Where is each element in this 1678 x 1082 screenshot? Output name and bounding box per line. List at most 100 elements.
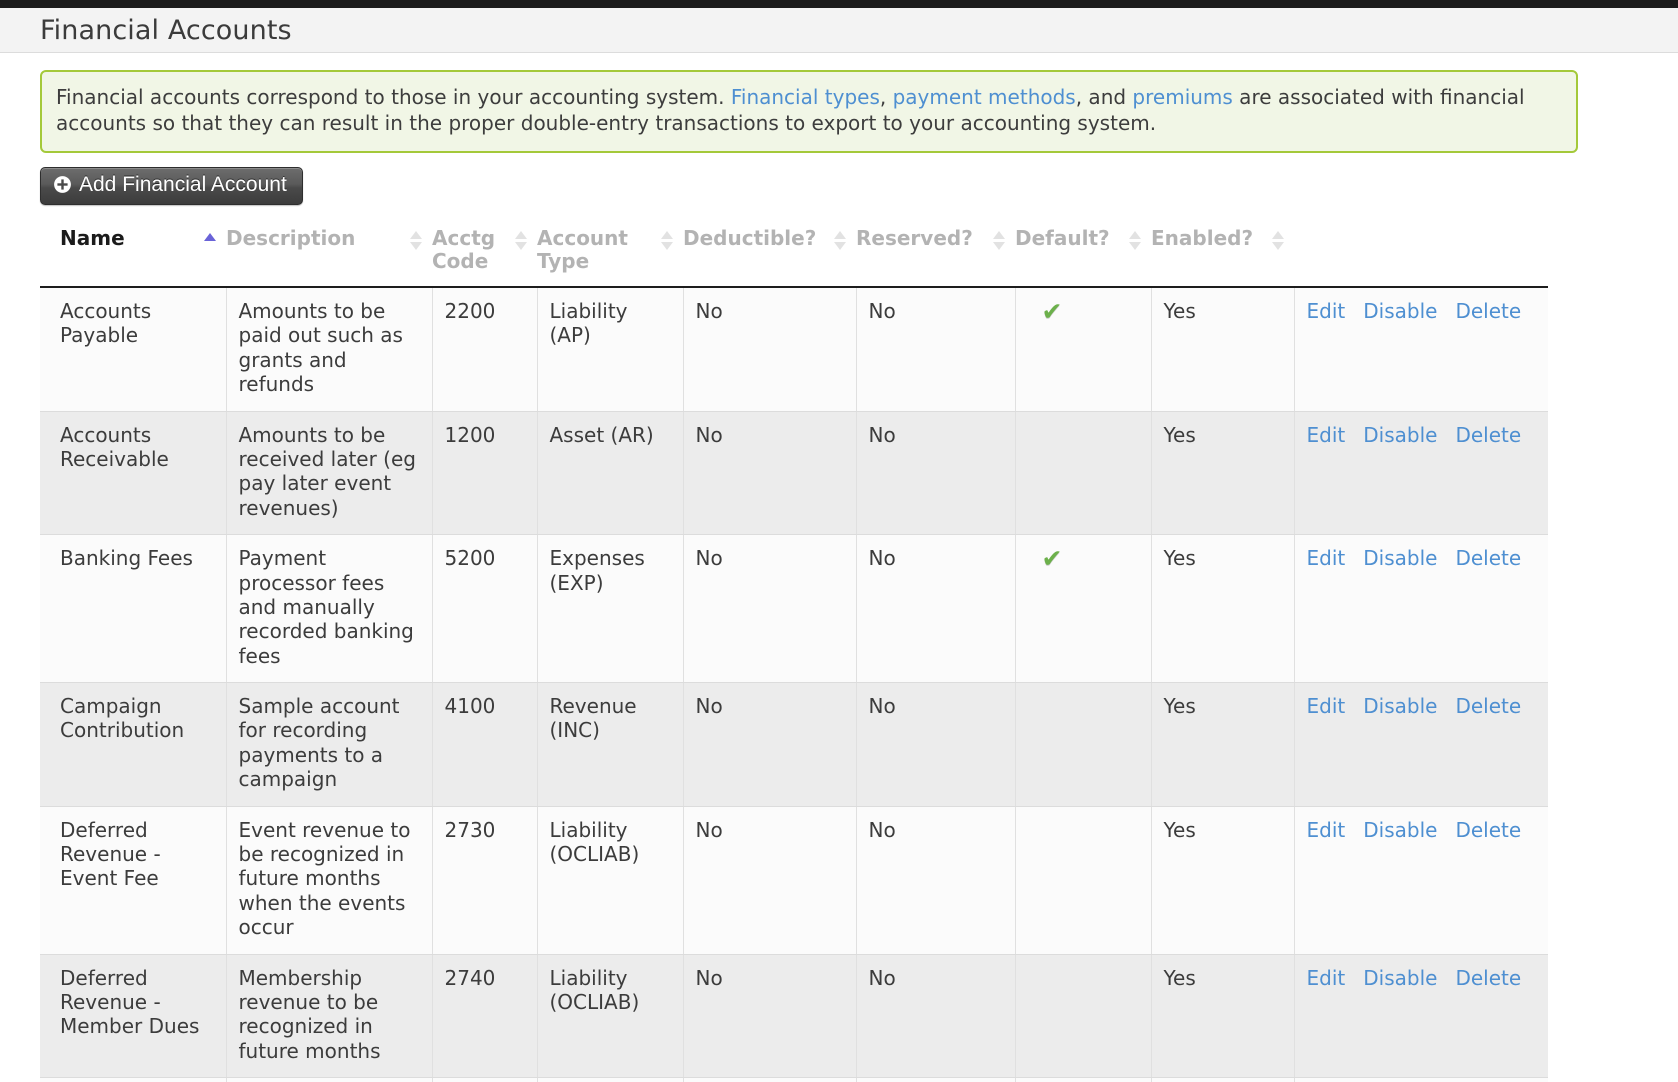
add-financial-account-label: Add Financial Account [79, 174, 287, 196]
cell-enabled: Yes [1151, 411, 1294, 535]
page-header: Financial Accounts [0, 8, 1678, 53]
sort-toggle-icon[interactable] [410, 231, 422, 250]
disable-link[interactable]: Disable [1363, 966, 1437, 990]
delete-link[interactable]: Delete [1455, 546, 1521, 570]
sort-toggle-icon[interactable] [1129, 231, 1141, 250]
cell-account_type: Asset (AR) [537, 411, 683, 535]
delete-link[interactable]: Delete [1455, 423, 1521, 447]
cell-enabled: Yes [1151, 535, 1294, 683]
column-header-deductible-label: Deductible? [683, 227, 822, 251]
delete-link[interactable]: Delete [1455, 694, 1521, 718]
cell-name: Accounts Receivable [40, 411, 226, 535]
column-header-default[interactable]: Default? [1015, 227, 1151, 287]
cell-acctg_code: 5200 [432, 535, 537, 683]
premiums-link[interactable]: premiums [1132, 85, 1232, 109]
edit-link[interactable]: Edit [1307, 966, 1346, 990]
delete-link[interactable]: Delete [1455, 966, 1521, 990]
table-header-row: Name Description Acctg Code [40, 227, 1548, 287]
table-row: Accounts ReceivableAmounts to be receive… [40, 411, 1548, 535]
financial-types-link[interactable]: Financial types [731, 85, 880, 109]
sort-toggle-icon[interactable] [515, 231, 527, 250]
cell-default [1015, 683, 1151, 807]
column-header-deductible[interactable]: Deductible? [683, 227, 856, 287]
financial-accounts-table: Name Description Acctg Code [40, 227, 1548, 1082]
disable-link[interactable]: Disable [1363, 694, 1437, 718]
check-icon: ✔ [1042, 299, 1063, 324]
disable-link[interactable]: Disable [1363, 299, 1437, 323]
table-header: Name Description Acctg Code [40, 227, 1548, 287]
sort-toggle-icon[interactable] [661, 231, 673, 250]
cell-name: Banking Fees [40, 535, 226, 683]
disable-link[interactable]: Disable [1363, 818, 1437, 842]
cell-deductible: No [683, 535, 856, 683]
cell-actions: EditDisableDelete [1294, 1078, 1548, 1082]
cell-enabled: Yes [1151, 954, 1294, 1078]
add-financial-account-button[interactable]: Add Financial Account [40, 167, 303, 205]
cell-reserved: No [856, 287, 1015, 411]
cell-default [1015, 806, 1151, 954]
page-title: Financial Accounts [40, 17, 292, 44]
cell-deductible: No [683, 287, 856, 411]
column-header-actions [1294, 227, 1548, 287]
notice-text-3: , and [1076, 85, 1133, 109]
table-row: Deferred Revenue - Member DuesMembership… [40, 954, 1548, 1078]
payment-methods-link[interactable]: payment methods [893, 85, 1076, 109]
column-header-reserved[interactable]: Reserved? [856, 227, 1015, 287]
column-header-enabled[interactable]: Enabled? [1151, 227, 1294, 287]
sort-toggle-icon[interactable] [1272, 231, 1284, 250]
notice-text-2: , [880, 85, 893, 109]
cell-actions: Edit Disable Delete [1294, 535, 1548, 683]
notice-text-1: Financial accounts correspond to those i… [56, 85, 731, 109]
cell-acctg_code [432, 1078, 537, 1082]
column-header-account-type[interactable]: Account Type [537, 227, 683, 287]
cell-description: Payment processor fees and manually reco… [226, 535, 432, 683]
cell-name [40, 1078, 226, 1082]
edit-link[interactable]: Edit [1307, 546, 1346, 570]
cell-actions: Edit Disable Delete [1294, 411, 1548, 535]
edit-link[interactable]: Edit [1307, 299, 1346, 323]
cell-enabled: Yes [1151, 1078, 1294, 1082]
cell-enabled: Yes [1151, 683, 1294, 807]
column-header-name[interactable]: Name [40, 227, 226, 287]
sort-toggle-icon[interactable] [993, 231, 1005, 250]
cell-default: ✔ [1015, 535, 1151, 683]
column-header-acctg-code[interactable]: Acctg Code [432, 227, 537, 287]
cell-account_type: Revenue (INC) [537, 683, 683, 807]
cell-reserved: No [856, 954, 1015, 1078]
cell-actions: Edit Disable Delete [1294, 954, 1548, 1078]
cell-reserved: No [856, 1078, 1015, 1082]
edit-link[interactable]: Edit [1307, 423, 1346, 447]
column-header-description[interactable]: Description [226, 227, 432, 287]
cell-name: Accounts Payable [40, 287, 226, 411]
cell-acctg_code: 4100 [432, 683, 537, 807]
cell-actions: Edit Disable Delete [1294, 287, 1548, 411]
column-header-enabled-label: Enabled? [1151, 227, 1259, 251]
sort-ascending-icon[interactable] [204, 233, 216, 241]
edit-link[interactable]: Edit [1307, 818, 1346, 842]
disable-link[interactable]: Disable [1363, 546, 1437, 570]
delete-link[interactable]: Delete [1455, 818, 1521, 842]
sort-toggle-icon[interactable] [834, 231, 846, 250]
column-header-default-label: Default? [1015, 227, 1116, 251]
column-header-description-label: Description [226, 227, 361, 251]
cell-default [1015, 954, 1151, 1078]
cell-reserved: No [856, 806, 1015, 954]
financial-accounts-table-wrap: Name Description Acctg Code [0, 205, 1678, 1082]
column-header-reserved-label: Reserved? [856, 227, 979, 251]
cell-account_type: Liability (AP) [537, 287, 683, 411]
cell-reserved: No [856, 535, 1015, 683]
edit-link[interactable]: Edit [1307, 694, 1346, 718]
table-row: Campaign ContributionSample account for … [40, 683, 1548, 807]
column-header-acctg-code-label: Acctg Code [432, 227, 515, 274]
cell-default: ✔ [1015, 1078, 1151, 1082]
delete-link[interactable]: Delete [1455, 299, 1521, 323]
disable-link[interactable]: Disable [1363, 423, 1437, 447]
toolbar: Add Financial Account [0, 153, 1678, 205]
cell-enabled: Yes [1151, 287, 1294, 411]
cell-description: Membership revenue to be recognized in f… [226, 954, 432, 1078]
cell-account_type: Asset [537, 1078, 683, 1082]
cell-description: Event revenue to be recognized in future… [226, 806, 432, 954]
cell-acctg_code: 1200 [432, 411, 537, 535]
cell-reserved: No [856, 683, 1015, 807]
circle-plus-icon [53, 175, 72, 194]
